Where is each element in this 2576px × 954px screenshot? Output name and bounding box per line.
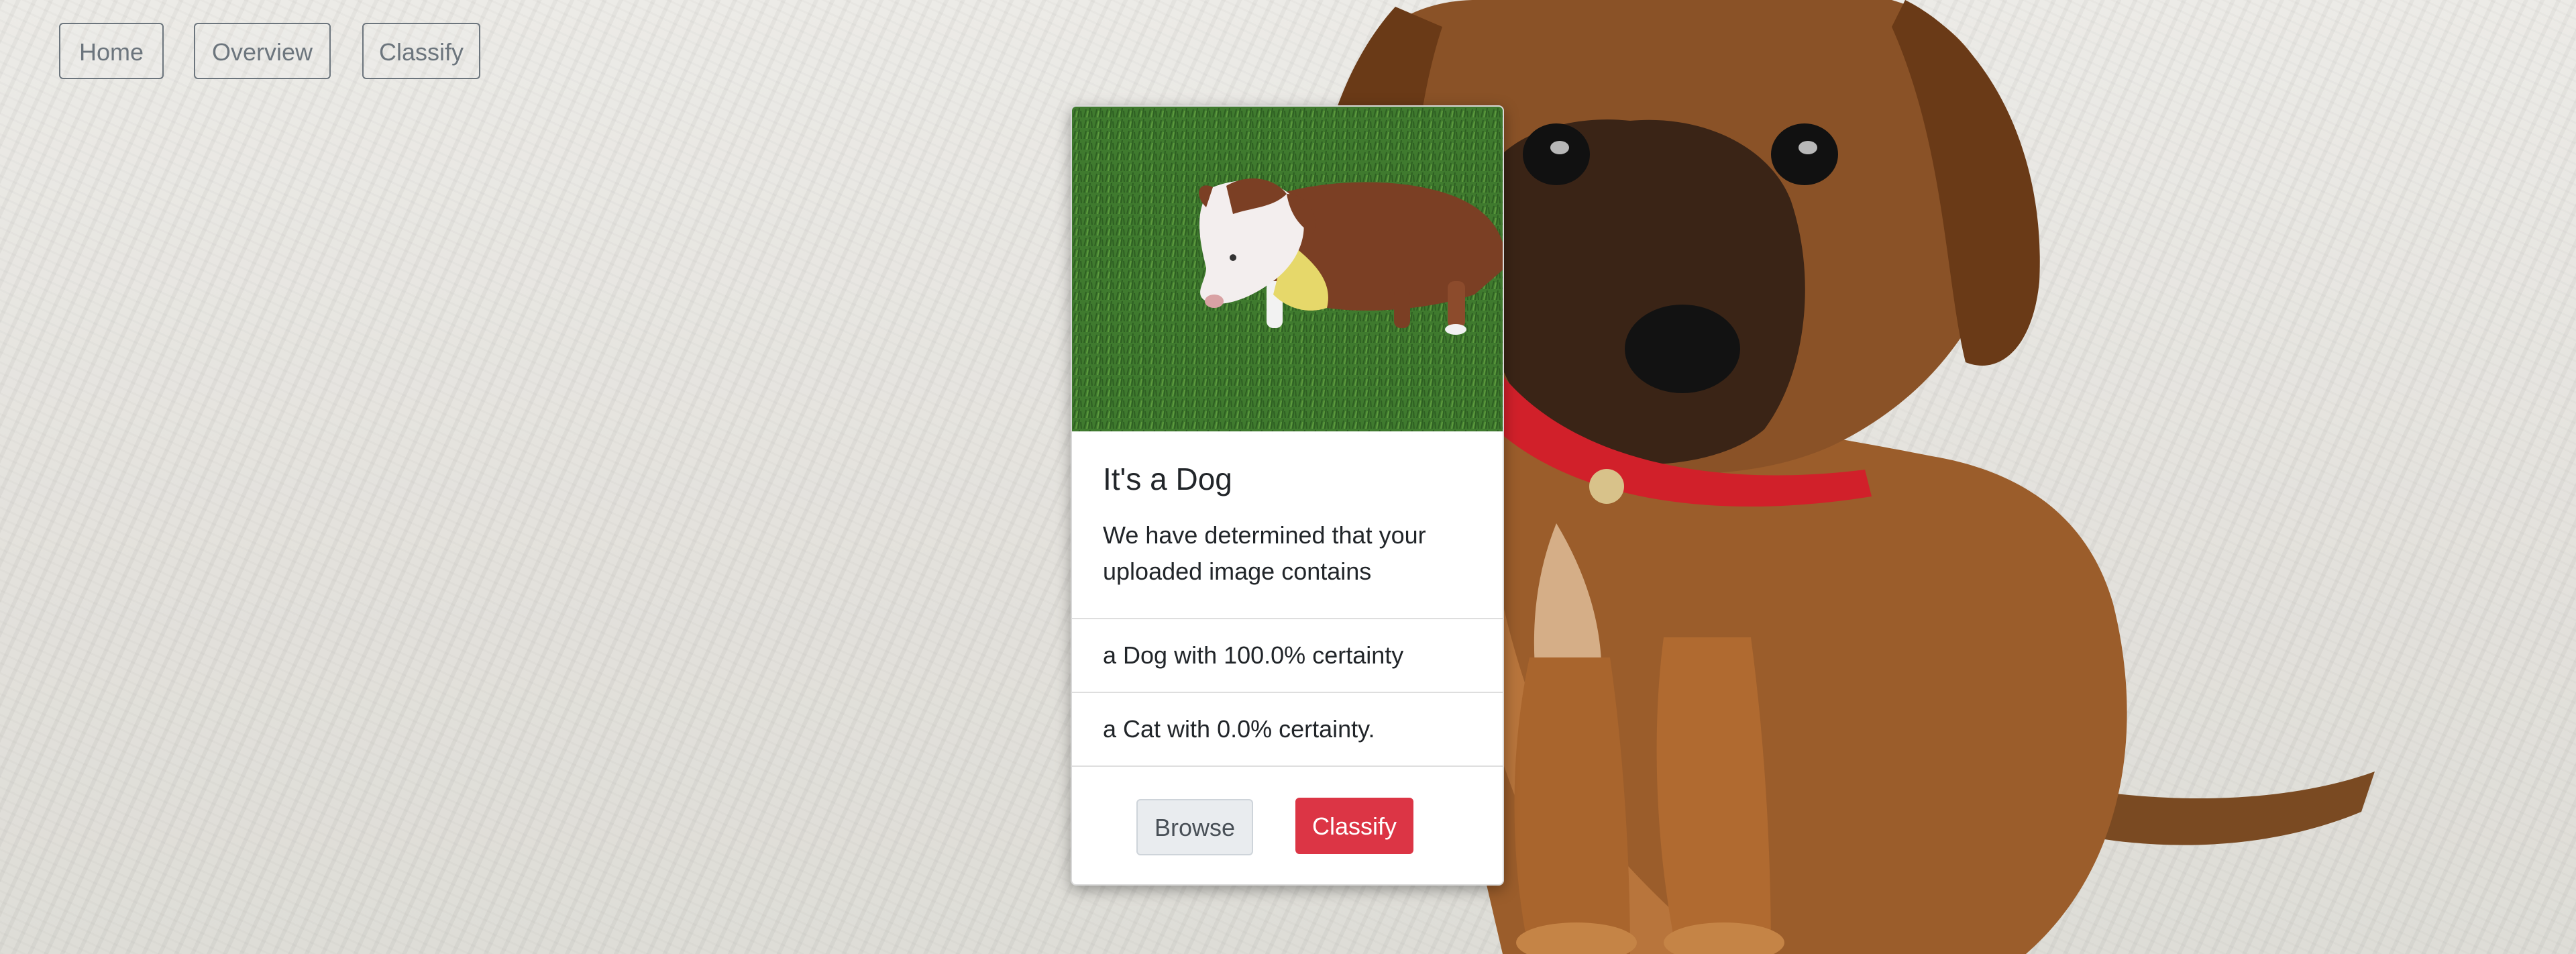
result-title: It's a Dog bbox=[1103, 462, 1232, 496]
card-divider bbox=[1072, 765, 1503, 767]
result-item-cat: a Cat with 0.0% certainty. bbox=[1072, 692, 1503, 765]
nav-home-button[interactable]: Home bbox=[59, 23, 164, 79]
browse-button[interactable]: Browse bbox=[1136, 799, 1253, 855]
result-item-dog: a Dog with 100.0% certainty bbox=[1072, 618, 1503, 692]
result-card: It's a Dog We have determined that your … bbox=[1071, 105, 1504, 886]
uploaded-image bbox=[1072, 107, 1503, 431]
nav-classify-button[interactable]: Classify bbox=[362, 23, 480, 79]
nav-overview-button[interactable]: Overview bbox=[194, 23, 331, 79]
classify-button[interactable]: Classify bbox=[1295, 798, 1413, 854]
result-description: We have determined that your uploaded im… bbox=[1103, 521, 1426, 585]
